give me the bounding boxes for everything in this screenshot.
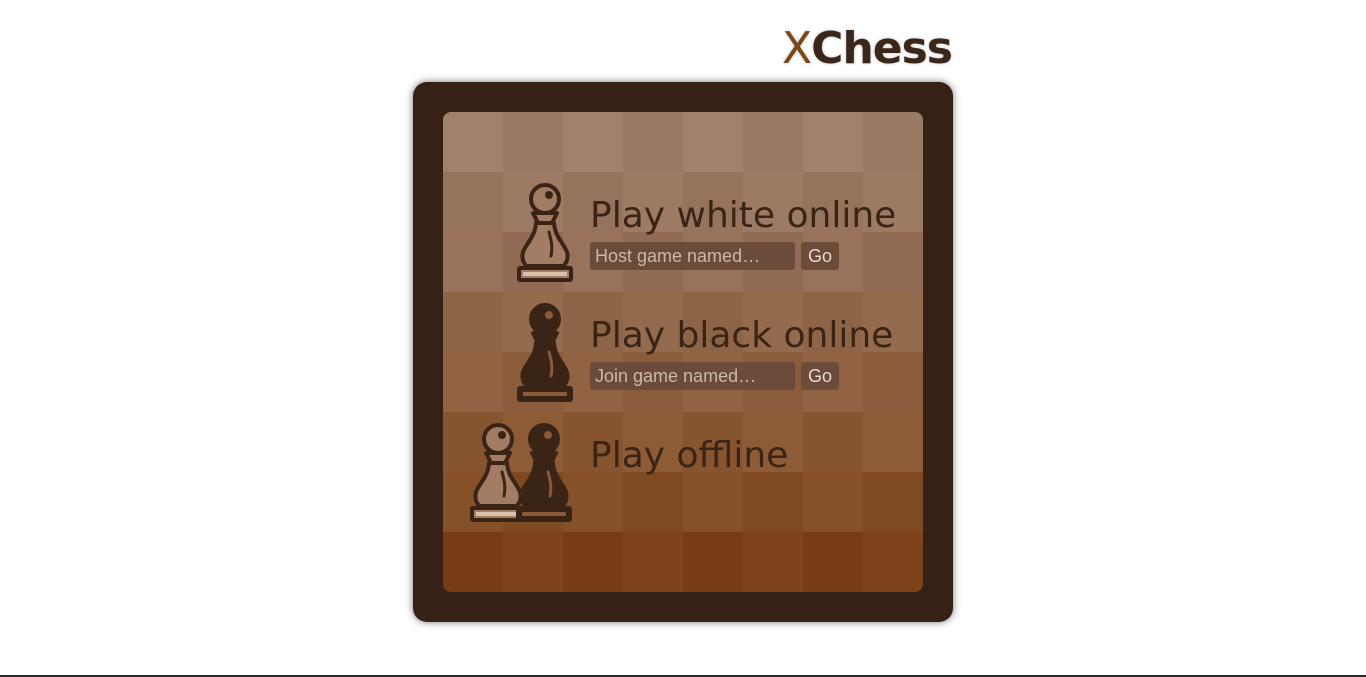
logo-x: X bbox=[782, 23, 812, 74]
board-square bbox=[443, 532, 503, 592]
host-game-name-input[interactable] bbox=[590, 242, 795, 270]
option-title: Play offline bbox=[590, 435, 789, 476]
board-square bbox=[623, 532, 683, 592]
board-square bbox=[503, 532, 563, 592]
board-square bbox=[743, 112, 803, 172]
board-square bbox=[443, 112, 503, 172]
board-square bbox=[863, 112, 923, 172]
option-play-black-online[interactable]: Play black online Go bbox=[443, 292, 923, 412]
board-square bbox=[683, 112, 743, 172]
board-square bbox=[683, 532, 743, 592]
board-square bbox=[563, 532, 623, 592]
board-square bbox=[743, 532, 803, 592]
host-game-form: Go bbox=[590, 242, 840, 270]
option-play-offline[interactable]: Play offline bbox=[443, 412, 923, 532]
app-logo: XChess bbox=[782, 23, 953, 75]
board-rank bbox=[443, 112, 923, 172]
white-and-black-pawn-icon bbox=[470, 423, 572, 522]
board-square bbox=[803, 532, 863, 592]
black-pawn-icon bbox=[517, 303, 573, 402]
logo-chess: Chess bbox=[811, 23, 953, 74]
board-frame: Play white online Go bbox=[413, 82, 953, 622]
board-square bbox=[803, 112, 863, 172]
join-go-button[interactable]: Go bbox=[801, 362, 840, 390]
chess-board: Play white online Go bbox=[443, 112, 923, 592]
option-title: Play white online bbox=[590, 195, 897, 236]
board-rank bbox=[443, 532, 923, 592]
option-title: Play black online bbox=[590, 315, 894, 356]
host-go-button[interactable]: Go bbox=[801, 242, 840, 270]
option-play-white-online[interactable]: Play white online Go bbox=[443, 172, 923, 292]
board-square bbox=[863, 532, 923, 592]
join-game-name-input[interactable] bbox=[590, 362, 795, 390]
main-menu: Play white online Go bbox=[443, 172, 923, 532]
board-square bbox=[623, 112, 683, 172]
white-pawn-icon bbox=[517, 183, 573, 282]
app-root: XChess Play white online Host game named… bbox=[0, 0, 1366, 677]
join-game-form: Go bbox=[590, 362, 840, 390]
board-square bbox=[563, 112, 623, 172]
board-square bbox=[503, 112, 563, 172]
